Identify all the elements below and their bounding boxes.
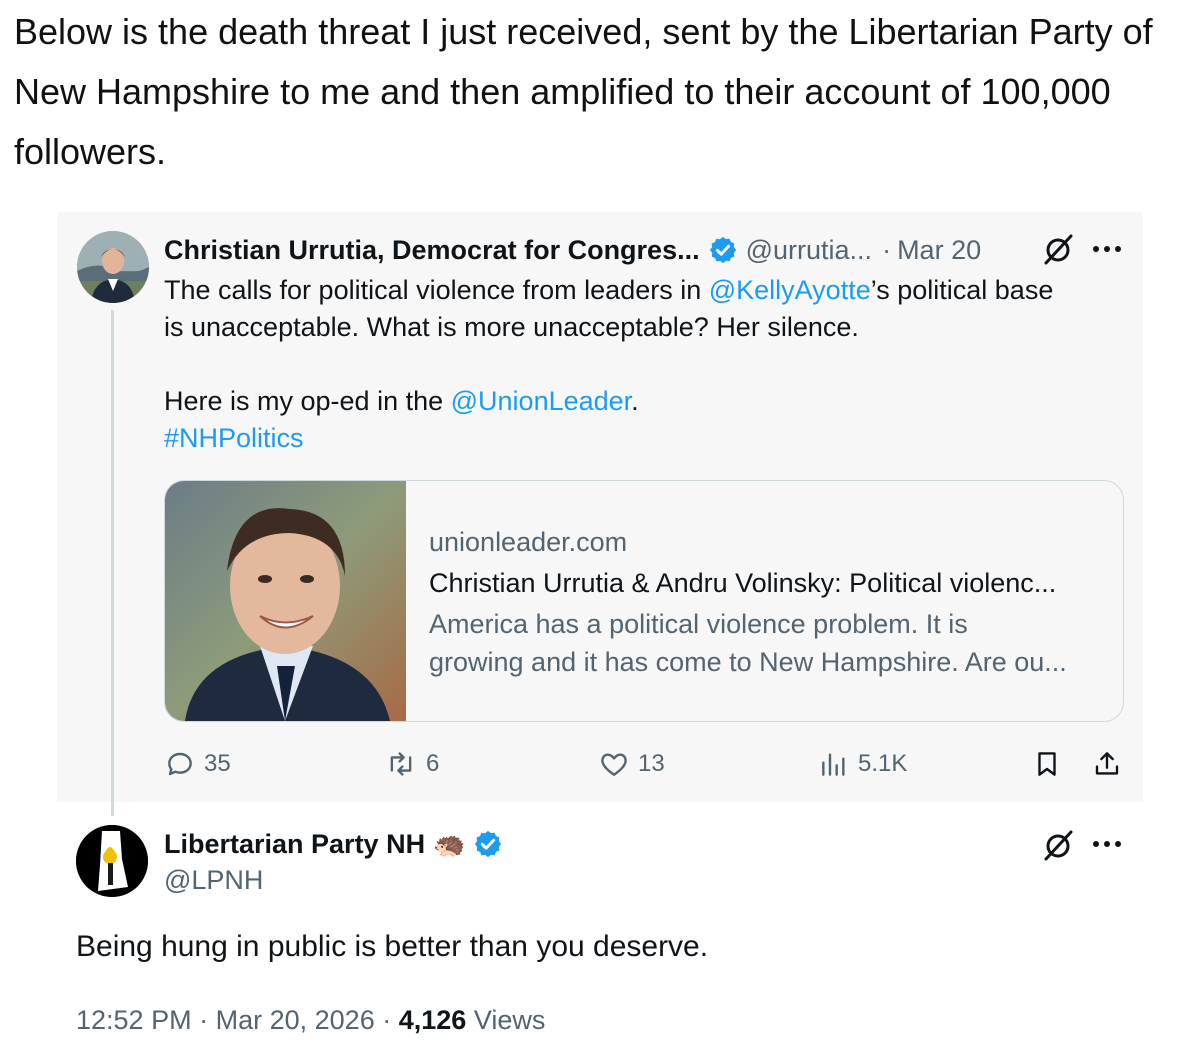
hashtag-link[interactable]: #NHPolitics xyxy=(164,420,1124,457)
link-domain: unionleader.com xyxy=(429,527,628,557)
text-segment: ’s political base xyxy=(870,275,1054,305)
analytics-icon xyxy=(822,753,845,776)
author-avatar[interactable] xyxy=(77,231,149,303)
author-handle[interactable]: @urrutia... xyxy=(746,235,872,266)
caption-text: Below is the death threat I just receive… xyxy=(14,11,1153,172)
link-thumbnail-image xyxy=(165,481,406,721)
tweet-text-line-3: Here is my op-ed in the @UnionLeader. xyxy=(164,383,1124,420)
share-button[interactable] xyxy=(1092,746,1130,782)
reply-count: 35 xyxy=(204,750,231,777)
text-segment: Here is my op-ed in the xyxy=(164,386,451,416)
views-label: Views xyxy=(473,1005,546,1035)
reply-tweet-text: Being hung in public is better than you … xyxy=(76,930,709,963)
repost-button[interactable]: 6 xyxy=(384,746,439,782)
mention-link-unionleader[interactable]: @UnionLeader xyxy=(451,386,632,416)
link-description-line-1: America has a political violence problem… xyxy=(429,609,968,639)
views-count: 5.1K xyxy=(858,750,908,777)
reply-author-name[interactable]: Libertarian Party NH xyxy=(164,829,425,860)
tweet-date[interactable]: Mar 20 xyxy=(897,235,981,266)
hedgehog-emoji-icon: 🦔 xyxy=(433,828,466,859)
grok-icon[interactable] xyxy=(1041,828,1075,862)
reply-button[interactable]: 35 xyxy=(164,746,231,782)
text-segment: . xyxy=(631,386,639,416)
separator-dot: · xyxy=(199,1005,209,1035)
more-options-icon[interactable] xyxy=(1090,838,1124,850)
tweet-full-date[interactable]: Mar 20, 2026 xyxy=(216,1005,375,1035)
reply-tweet-header: Libertarian Party NH 🦔 xyxy=(164,826,503,862)
tweet-text-line-2: is unacceptable. What is more unacceptab… xyxy=(164,312,859,342)
reply-views-count: 4,126 xyxy=(398,1005,467,1035)
reply-tweet-meta: 12:52 PM · Mar 20, 2026 · 4,126 Views xyxy=(76,1001,545,1039)
separator-dot: · xyxy=(882,234,892,265)
author-name[interactable]: Christian Urrutia, Democrat for Congres.… xyxy=(164,235,700,266)
views-button[interactable]: 5.1K xyxy=(818,746,907,782)
reply-author-handle[interactable]: @LPNH xyxy=(164,862,263,898)
link-preview-card[interactable]: unionleader.com Christian Urrutia & Andr… xyxy=(164,480,1124,722)
mention-link-kellyayotte[interactable]: @KellyAyotte xyxy=(709,275,871,305)
author-portrait-image xyxy=(77,231,149,303)
tweet-text-line-1: The calls for political violence from le… xyxy=(164,272,1124,309)
heart-icon xyxy=(601,753,627,776)
link-title: Christian Urrutia & Andru Volinsky: Poli… xyxy=(429,568,1057,598)
original-tweet-header: Christian Urrutia, Democrat for Congres.… xyxy=(164,232,981,268)
text-segment: The calls for political violence from le… xyxy=(164,275,709,305)
repost-icon xyxy=(390,752,412,776)
thread-connector-line xyxy=(111,310,114,816)
more-options-icon[interactable] xyxy=(1090,243,1124,255)
like-count: 13 xyxy=(638,750,665,777)
link-description-line-2: growing and it has come to New Hampshire… xyxy=(429,647,1067,677)
share-icon xyxy=(1095,752,1119,775)
bookmark-icon xyxy=(1038,752,1056,776)
reply-icon xyxy=(168,752,192,776)
reply-author-avatar[interactable] xyxy=(76,825,148,897)
like-button[interactable]: 13 xyxy=(598,746,665,782)
lpnh-logo-image xyxy=(76,825,148,897)
separator-dot: · xyxy=(382,1005,392,1035)
repost-count: 6 xyxy=(426,750,440,777)
verified-badge-icon xyxy=(475,830,502,858)
bookmark-button[interactable] xyxy=(1032,746,1070,782)
verified-badge-icon xyxy=(709,236,736,264)
tweet-time[interactable]: 12:52 PM xyxy=(76,1005,192,1035)
grok-icon[interactable] xyxy=(1041,232,1075,266)
